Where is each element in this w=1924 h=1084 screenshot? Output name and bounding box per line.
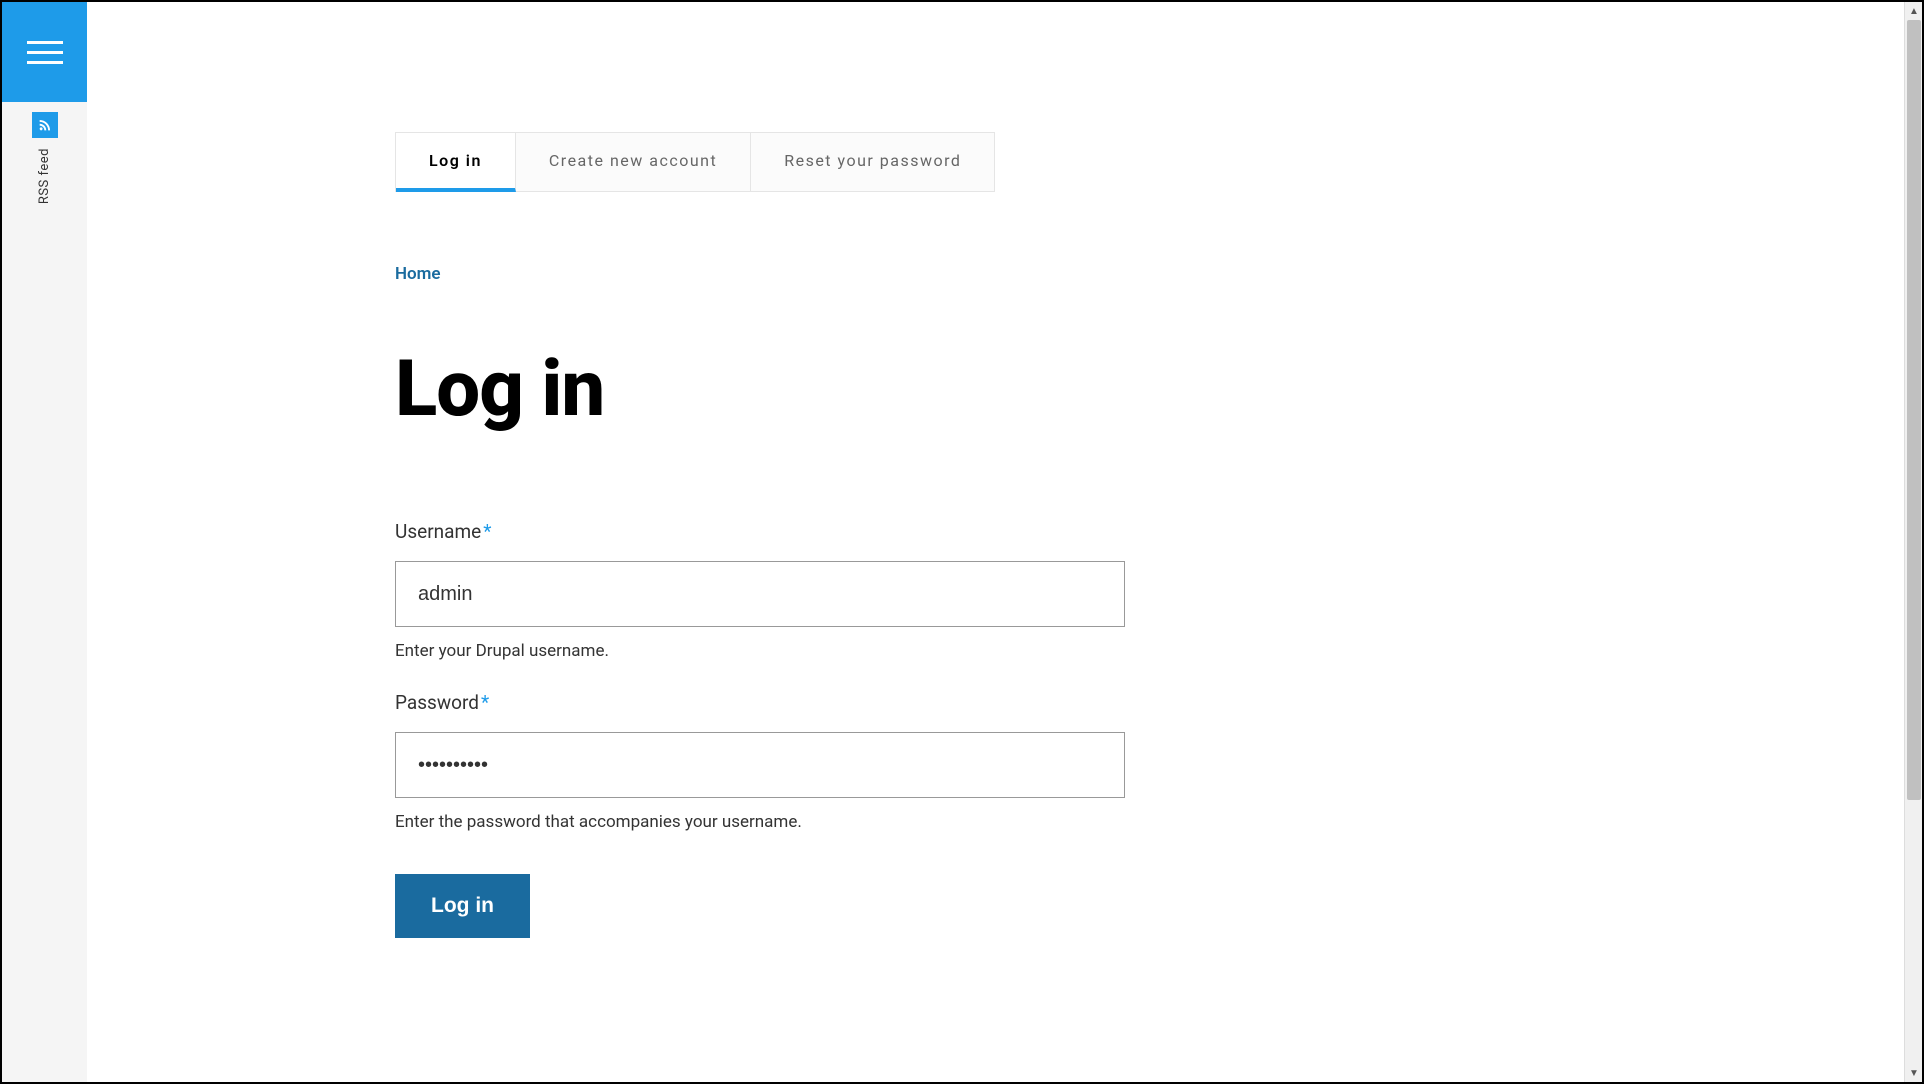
- password-help: Enter the password that accompanies your…: [395, 812, 1287, 832]
- scroll-up-arrow-icon[interactable]: ▲: [1905, 2, 1923, 20]
- login-submit-button[interactable]: Log in: [395, 874, 530, 938]
- password-input[interactable]: [395, 732, 1125, 798]
- password-group: Password* Enter the password that accomp…: [395, 691, 1287, 832]
- username-help: Enter your Drupal username.: [395, 641, 1287, 661]
- username-input[interactable]: [395, 561, 1125, 627]
- username-label: Username*: [395, 520, 1287, 543]
- page-title: Log in: [395, 344, 1287, 435]
- scroll-down-arrow-icon[interactable]: ▼: [1905, 1064, 1923, 1082]
- vertical-scrollbar[interactable]: ▲ ▼: [1904, 2, 1922, 1082]
- hamburger-icon: [27, 41, 63, 64]
- scrollbar-thumb[interactable]: [1907, 20, 1921, 800]
- auth-tabs: Log in Create new account Reset your pas…: [395, 132, 995, 192]
- tab-reset-password[interactable]: Reset your password: [751, 133, 994, 191]
- required-indicator: *: [481, 691, 489, 714]
- breadcrumb-home[interactable]: Home: [395, 264, 441, 284]
- rss-icon[interactable]: [32, 112, 58, 138]
- main-content: Log in Create new account Reset your pas…: [87, 2, 1904, 1082]
- username-group: Username* Enter your Drupal username.: [395, 520, 1287, 661]
- tab-login[interactable]: Log in: [396, 133, 516, 192]
- password-label: Password*: [395, 691, 1287, 714]
- required-indicator: *: [483, 520, 491, 543]
- tab-create-account[interactable]: Create new account: [516, 133, 751, 191]
- rss-label[interactable]: RSS feed: [37, 148, 52, 204]
- hamburger-menu-button[interactable]: [2, 2, 87, 102]
- breadcrumb: Home: [395, 264, 1287, 284]
- sidebar: RSS feed: [2, 102, 87, 1082]
